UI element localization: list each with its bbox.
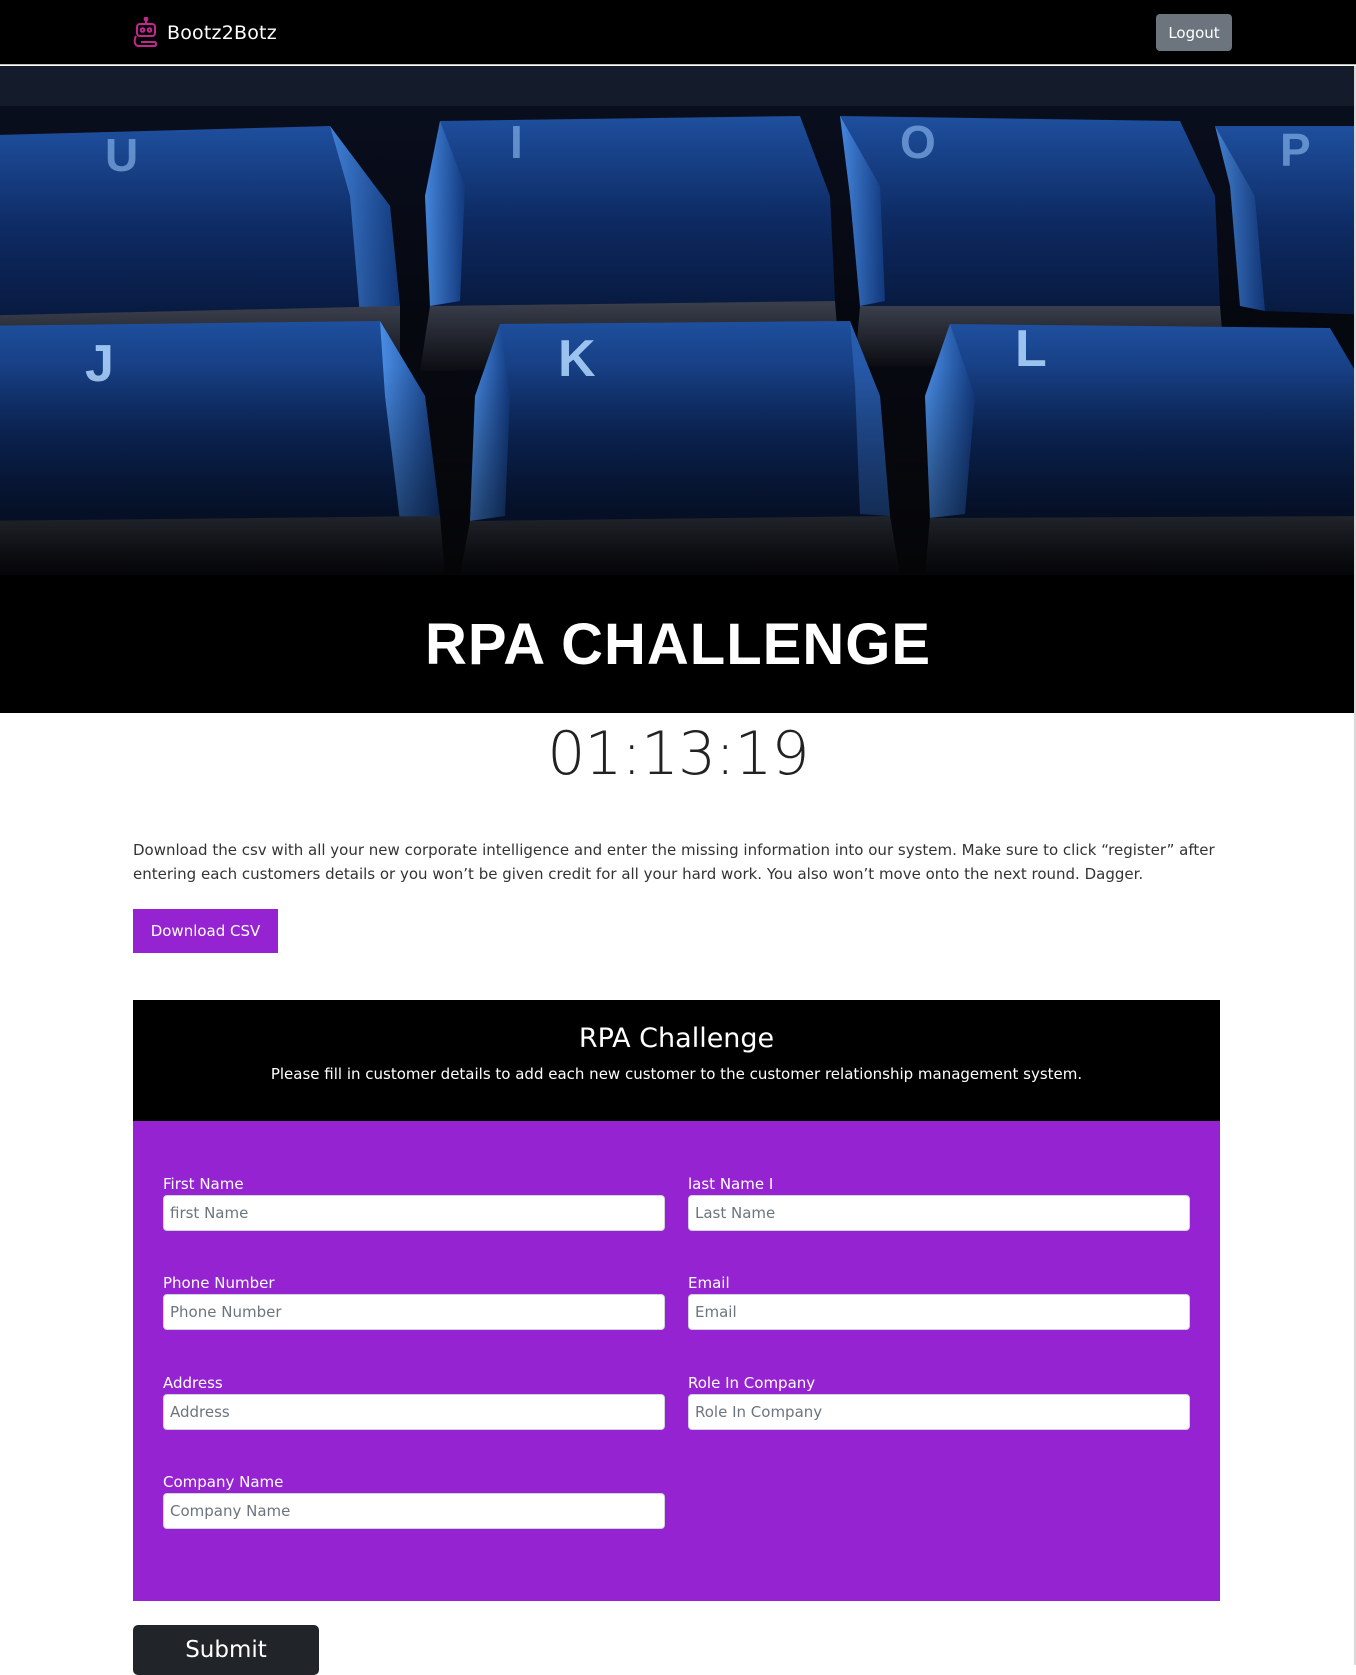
first-name-label: First Name xyxy=(163,1175,244,1193)
download-csv-button[interactable]: Download CSV xyxy=(133,909,278,953)
phone-number-label: Phone Number xyxy=(163,1274,275,1292)
submit-button[interactable]: Submit xyxy=(133,1625,319,1675)
address-group: Address xyxy=(163,1373,665,1430)
form-subtitle: Please fill in customer details to add e… xyxy=(270,1065,1083,1083)
instructions-text: Download the csv with all your new corpo… xyxy=(133,841,1215,883)
email-label: Email xyxy=(688,1274,730,1292)
company-name-input[interactable] xyxy=(163,1493,665,1529)
email-input[interactable] xyxy=(688,1294,1190,1330)
address-label: Address xyxy=(163,1374,223,1392)
email-group: Email xyxy=(688,1273,1190,1330)
robot-logo-icon xyxy=(133,17,158,47)
form-title: RPA Challenge xyxy=(578,1023,775,1054)
role-in-company-label: Role In Company xyxy=(688,1374,816,1392)
page-title: RPA CHALLENGE xyxy=(425,611,931,677)
top-navbar: Bootz2Botz Logout xyxy=(0,0,1356,65)
key-letter-u: U xyxy=(105,129,138,181)
address-input[interactable] xyxy=(163,1394,665,1430)
role-in-company-group: Role In Company xyxy=(688,1373,1190,1430)
countdown-timer: 01:13:19 xyxy=(547,719,809,789)
company-name-group: Company Name xyxy=(163,1472,665,1529)
company-name-label: Company Name xyxy=(163,1473,284,1491)
logout-button[interactable]: Logout xyxy=(1156,14,1232,51)
last-name-label: last Name I xyxy=(688,1175,774,1193)
title-band: RPA CHALLENGE xyxy=(0,575,1356,713)
customer-form: First Name last Name I Phone Number Emai… xyxy=(133,1121,1220,1601)
key-letter-p: P xyxy=(1280,124,1311,176)
phone-number-input[interactable] xyxy=(163,1294,665,1330)
phone-number-group: Phone Number xyxy=(163,1273,665,1330)
form-header: RPA Challenge Please fill in customer de… xyxy=(133,1000,1220,1121)
key-letter-o: O xyxy=(900,116,936,168)
last-name-input[interactable] xyxy=(688,1195,1190,1231)
last-name-group: last Name I xyxy=(688,1174,1190,1231)
first-name-group: First Name xyxy=(163,1174,665,1231)
role-in-company-input[interactable] xyxy=(688,1394,1190,1430)
first-name-input[interactable] xyxy=(163,1195,665,1231)
brand-name: Bootz2Botz xyxy=(167,22,277,44)
brand-link[interactable]: Bootz2Botz xyxy=(133,17,277,49)
hero-keyboard-image: U I O P J K L xyxy=(0,66,1356,575)
key-letter-i: I xyxy=(510,116,523,168)
keyboard-photo: U I O P J K L xyxy=(0,66,1356,575)
